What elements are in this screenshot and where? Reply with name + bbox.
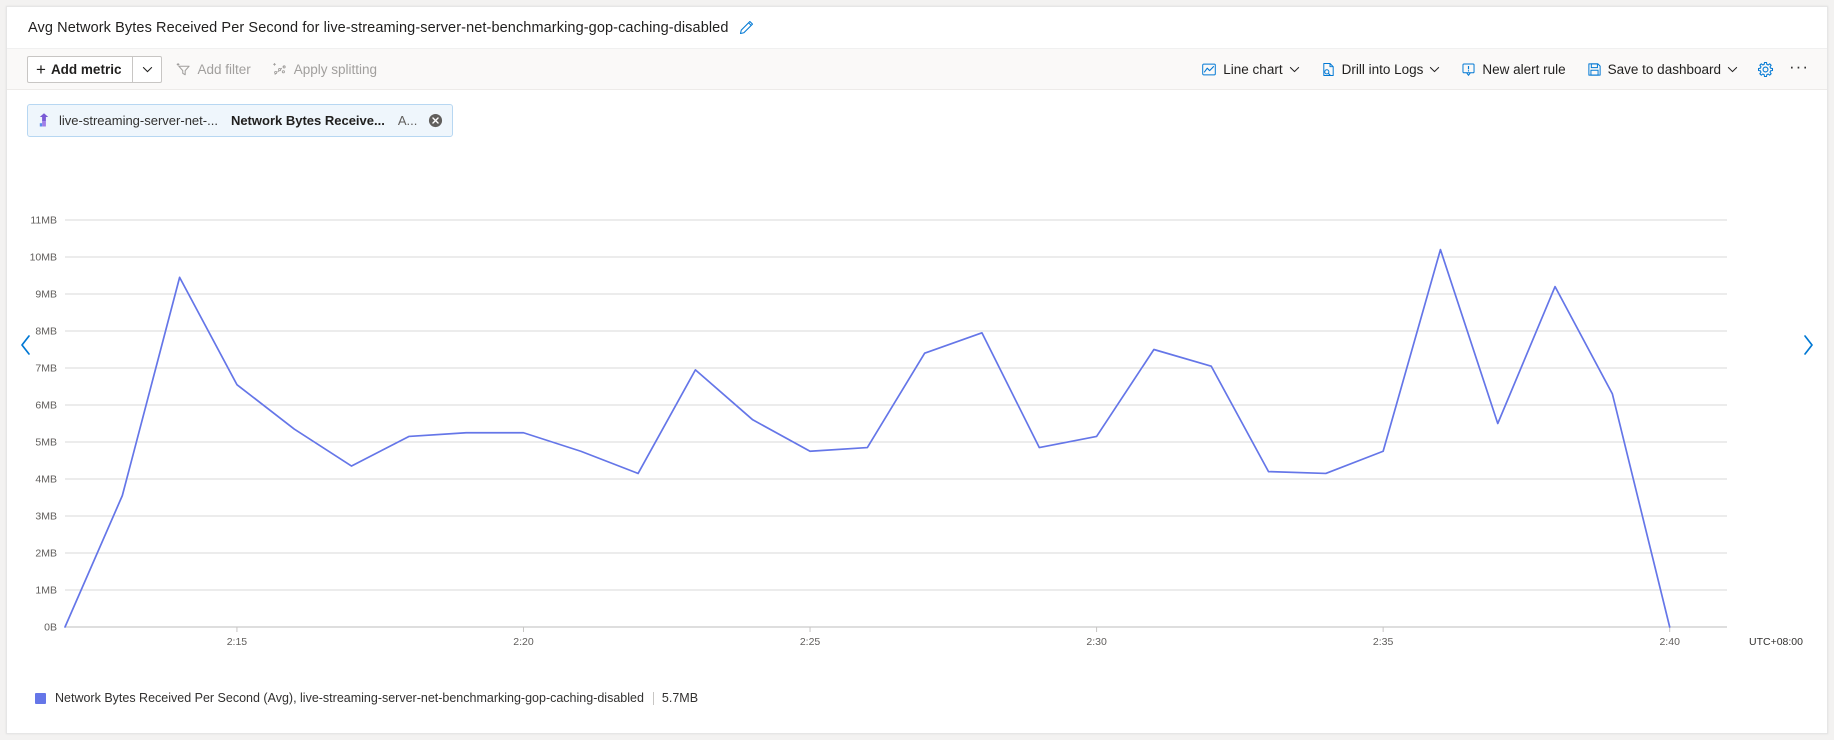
x-axis-tick-label: 2:40 bbox=[1659, 636, 1680, 648]
y-axis-tick-label: 10MB bbox=[30, 252, 57, 264]
new-alert-rule-button[interactable]: New alert rule bbox=[1454, 56, 1572, 83]
y-axis-tick-label: 9MB bbox=[35, 289, 57, 301]
azure-resource-icon bbox=[36, 112, 52, 128]
chip-metric-label: Network Bytes Receive... bbox=[230, 112, 385, 128]
chevron-down-icon bbox=[1727, 66, 1738, 73]
chevron-down-icon bbox=[142, 66, 153, 72]
gear-icon[interactable] bbox=[1751, 56, 1779, 83]
legend-divider bbox=[652, 691, 654, 705]
save-to-dashboard-label: Save to dashboard bbox=[1607, 61, 1721, 77]
save-to-dashboard-button[interactable]: Save to dashboard bbox=[1580, 56, 1745, 83]
add-metric-label: Add metric bbox=[50, 61, 122, 77]
add-filter-button[interactable]: Add filter bbox=[169, 56, 257, 83]
y-axis-tick-label: 6MB bbox=[35, 400, 57, 412]
drill-into-logs-label: Drill into Logs bbox=[1341, 61, 1424, 77]
toolbar-left-group: + Add metric Add filter Apply splitting bbox=[27, 55, 384, 83]
ellipsis-icon: ··· bbox=[1789, 56, 1809, 76]
drill-logs-icon bbox=[1321, 62, 1336, 77]
legend-swatch bbox=[35, 692, 46, 704]
new-alert-rule-label: New alert rule bbox=[1482, 61, 1566, 77]
filter-icon bbox=[176, 62, 191, 77]
page-title: Avg Network Bytes Received Per Second fo… bbox=[28, 19, 729, 36]
add-filter-label: Add filter bbox=[197, 61, 251, 77]
y-axis-tick-label: 3MB bbox=[35, 511, 57, 523]
add-metric-dropdown-button[interactable] bbox=[132, 56, 161, 82]
y-axis-tick-label: 5MB bbox=[35, 437, 57, 449]
line-chart-svg[interactable]: 0B 1MB 2MB 3MB 4MB 5MB 6MB 7MB 8MB 9MB 10MB 11MB 2:1… bbox=[7, 150, 1829, 670]
x-axis-tick-label: 2:20 bbox=[513, 636, 534, 648]
save-icon bbox=[1587, 62, 1602, 77]
close-circle-icon[interactable] bbox=[428, 113, 443, 128]
x-axis-tick-label: 2:35 bbox=[1373, 636, 1394, 648]
timezone-label: UTC+08:00 bbox=[1749, 636, 1803, 648]
x-axis-tick-label: 2:25 bbox=[800, 636, 821, 648]
chart-type-button[interactable]: Line chart bbox=[1194, 56, 1306, 83]
apply-splitting-button[interactable]: Apply splitting bbox=[265, 56, 384, 83]
more-options-button[interactable]: ··· bbox=[1785, 56, 1813, 83]
toolbar-right-group: Line chart Drill into Logs New alert rul… bbox=[1187, 56, 1813, 83]
y-axis-tick-label: 7MB bbox=[35, 363, 57, 375]
metric-chip-row: live-streaming-server-net-... Network By… bbox=[7, 90, 1827, 150]
x-axis-tick-label: 2:15 bbox=[227, 636, 248, 648]
line-chart-icon bbox=[1201, 62, 1217, 77]
chart-type-label: Line chart bbox=[1223, 61, 1283, 77]
x-axis-tick-label: 2:30 bbox=[1086, 636, 1107, 648]
metrics-chart-card: Avg Network Bytes Received Per Second fo… bbox=[6, 6, 1828, 734]
chevron-down-icon bbox=[1429, 66, 1440, 73]
add-metric-button[interactable]: + Add metric bbox=[28, 57, 132, 82]
add-metric-split-button: + Add metric bbox=[27, 55, 163, 83]
legend-value: 5.7MB bbox=[661, 691, 699, 705]
apply-splitting-label: Apply splitting bbox=[293, 61, 378, 77]
metric-chip[interactable]: live-streaming-server-net-... Network By… bbox=[27, 103, 454, 137]
y-axis-tick-label: 0B bbox=[44, 622, 57, 634]
chart-plot-area: 0B 1MB 2MB 3MB 4MB 5MB 6MB 7MB 8MB 9MB 10MB 11MB 2:1… bbox=[7, 150, 1827, 733]
chip-resource-label: live-streaming-server-net-... bbox=[59, 112, 218, 128]
legend-series-label: Network Bytes Received Per Second (Avg),… bbox=[55, 691, 644, 705]
chart-toolbar: + Add metric Add filter Apply splitting … bbox=[7, 49, 1827, 90]
y-axis-tick-label: 2MB bbox=[35, 548, 57, 560]
chevron-down-icon bbox=[1289, 66, 1300, 73]
plus-icon: + bbox=[36, 59, 46, 79]
drill-into-logs-button[interactable]: Drill into Logs bbox=[1314, 56, 1448, 83]
splitting-icon bbox=[272, 62, 288, 77]
y-axis-tick-label: 4MB bbox=[35, 474, 57, 486]
alert-icon bbox=[1461, 62, 1476, 77]
chart-legend[interactable]: Network Bytes Received Per Second (Avg),… bbox=[35, 691, 698, 705]
y-axis-tick-label: 1MB bbox=[35, 585, 57, 597]
series-line[interactable] bbox=[64, 248, 1671, 628]
y-axis-tick-label: 8MB bbox=[35, 326, 57, 338]
y-axis-tick-label: 11MB bbox=[30, 215, 57, 227]
chip-aggregation-label: A... bbox=[397, 112, 418, 128]
pencil-icon[interactable] bbox=[738, 19, 756, 37]
chart-title-bar: Avg Network Bytes Received Per Second fo… bbox=[7, 7, 1827, 49]
metrics-explorer-page: Avg Network Bytes Received Per Second fo… bbox=[0, 0, 1834, 740]
